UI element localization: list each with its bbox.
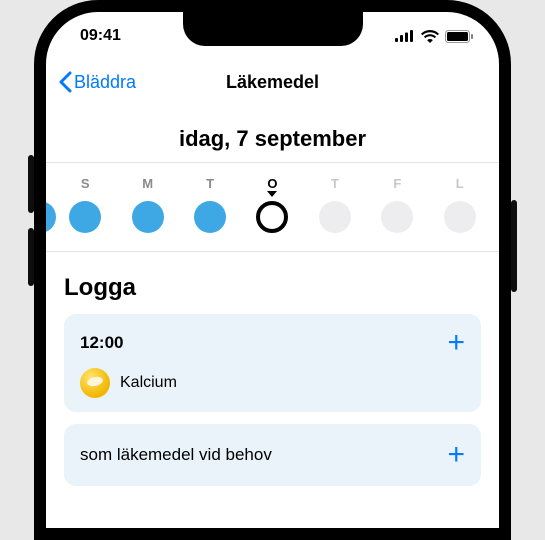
- add-icon[interactable]: +: [447, 328, 465, 358]
- as-needed-label: som läkemedel vid behov: [80, 445, 272, 465]
- day-letter: L: [456, 175, 464, 191]
- day-cell[interactable]: M: [124, 175, 172, 233]
- back-label: Bläddra: [74, 72, 136, 93]
- day-letter: M: [142, 175, 153, 191]
- log-entry-card[interactable]: 12:00 + Kalcium: [64, 314, 481, 412]
- wifi-icon: [421, 30, 439, 43]
- status-time: 09:41: [80, 27, 121, 45]
- medication-name: Kalcium: [120, 374, 177, 392]
- day-dot: [132, 201, 164, 233]
- day-letter: F: [393, 175, 401, 191]
- medication-row[interactable]: Kalcium: [80, 368, 465, 398]
- power-button[interactable]: [511, 200, 517, 292]
- notch: [183, 12, 363, 46]
- day-cell[interactable]: S: [61, 175, 109, 233]
- day-dot: [194, 201, 226, 233]
- phone-frame: 09:41 Bläddra Läkemedel idag, 7 septembe…: [34, 0, 511, 540]
- day-cell[interactable]: T: [186, 175, 234, 233]
- day-dot: [444, 201, 476, 233]
- cellular-icon: [395, 30, 415, 42]
- day-cell[interactable]: L: [436, 175, 484, 233]
- screen: 09:41 Bläddra Läkemedel idag, 7 septembe…: [46, 12, 499, 528]
- day-cell[interactable]: T: [311, 175, 359, 233]
- status-icons: [395, 30, 473, 43]
- day-letter: O: [267, 175, 277, 191]
- add-icon[interactable]: +: [447, 440, 465, 470]
- day-dot: [381, 201, 413, 233]
- today-marker-icon: [267, 191, 277, 197]
- log-section: Logga 12:00 + Kalcium som läkemedel vid …: [46, 252, 499, 486]
- day-letter: S: [81, 175, 90, 191]
- day-letter: T: [331, 175, 339, 191]
- content: idag, 7 september S M T O T F L Logga 12:00 + …: [46, 104, 499, 486]
- battery-icon: [445, 30, 473, 43]
- nav-bar: Bläddra Läkemedel: [46, 60, 499, 104]
- chevron-left-icon: [58, 71, 72, 93]
- day-dot: [69, 201, 101, 233]
- as-needed-card[interactable]: som läkemedel vid behov +: [64, 424, 481, 486]
- log-entry-time: 12:00: [80, 333, 123, 353]
- week-strip[interactable]: SMTOTFL: [46, 162, 499, 252]
- day-cell[interactable]: O: [248, 175, 296, 233]
- log-entry-header: 12:00 +: [80, 328, 465, 358]
- page-title: Läkemedel: [226, 72, 319, 93]
- day-dot: [256, 201, 288, 233]
- day-dot: [319, 201, 351, 233]
- day-letter: T: [206, 175, 214, 191]
- day-cell[interactable]: F: [373, 175, 421, 233]
- log-title: Logga: [64, 274, 481, 302]
- back-button[interactable]: Bläddra: [58, 71, 136, 93]
- date-header: idag, 7 september: [46, 104, 499, 162]
- pill-icon: [80, 368, 110, 398]
